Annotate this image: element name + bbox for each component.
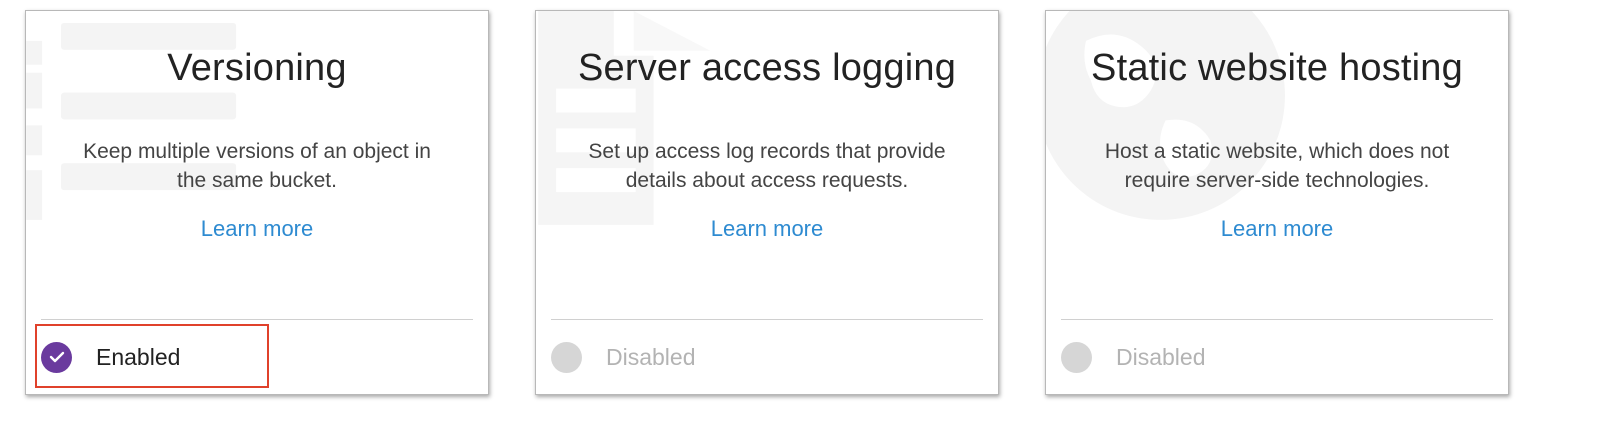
status-label: Enabled: [96, 343, 181, 370]
learn-more-link[interactable]: Learn more: [536, 216, 998, 242]
server-access-logging-card[interactable]: Server access logging Set up access log …: [535, 10, 999, 395]
status-label: Disabled: [1116, 343, 1206, 370]
card-title: Static website hosting: [1091, 47, 1463, 89]
card-title: Server access logging: [577, 47, 957, 89]
divider: [551, 319, 983, 320]
status-indicator[interactable]: Enabled: [41, 341, 180, 373]
versioning-card[interactable]: Versioning Keep multiple versions of an …: [25, 10, 489, 395]
static-website-hosting-card[interactable]: Static website hosting Host a static web…: [1045, 10, 1509, 395]
status-label: Disabled: [606, 343, 696, 370]
learn-more-link[interactable]: Learn more: [1046, 216, 1508, 242]
card-description: Set up access log records that provide d…: [588, 140, 946, 192]
empty-circle-icon: [551, 341, 582, 373]
status-indicator[interactable]: Disabled: [551, 341, 696, 373]
card-description: Host a static website, which does not re…: [1104, 140, 1450, 192]
learn-more-link[interactable]: Learn more: [26, 216, 488, 242]
status-indicator[interactable]: Disabled: [1061, 341, 1206, 373]
empty-circle-icon: [1061, 341, 1092, 373]
check-circle-icon: [41, 341, 72, 373]
divider: [41, 319, 473, 320]
divider: [1061, 319, 1493, 320]
card-title: Versioning: [167, 47, 347, 89]
card-description: Keep multiple versions of an object in t…: [83, 140, 431, 192]
